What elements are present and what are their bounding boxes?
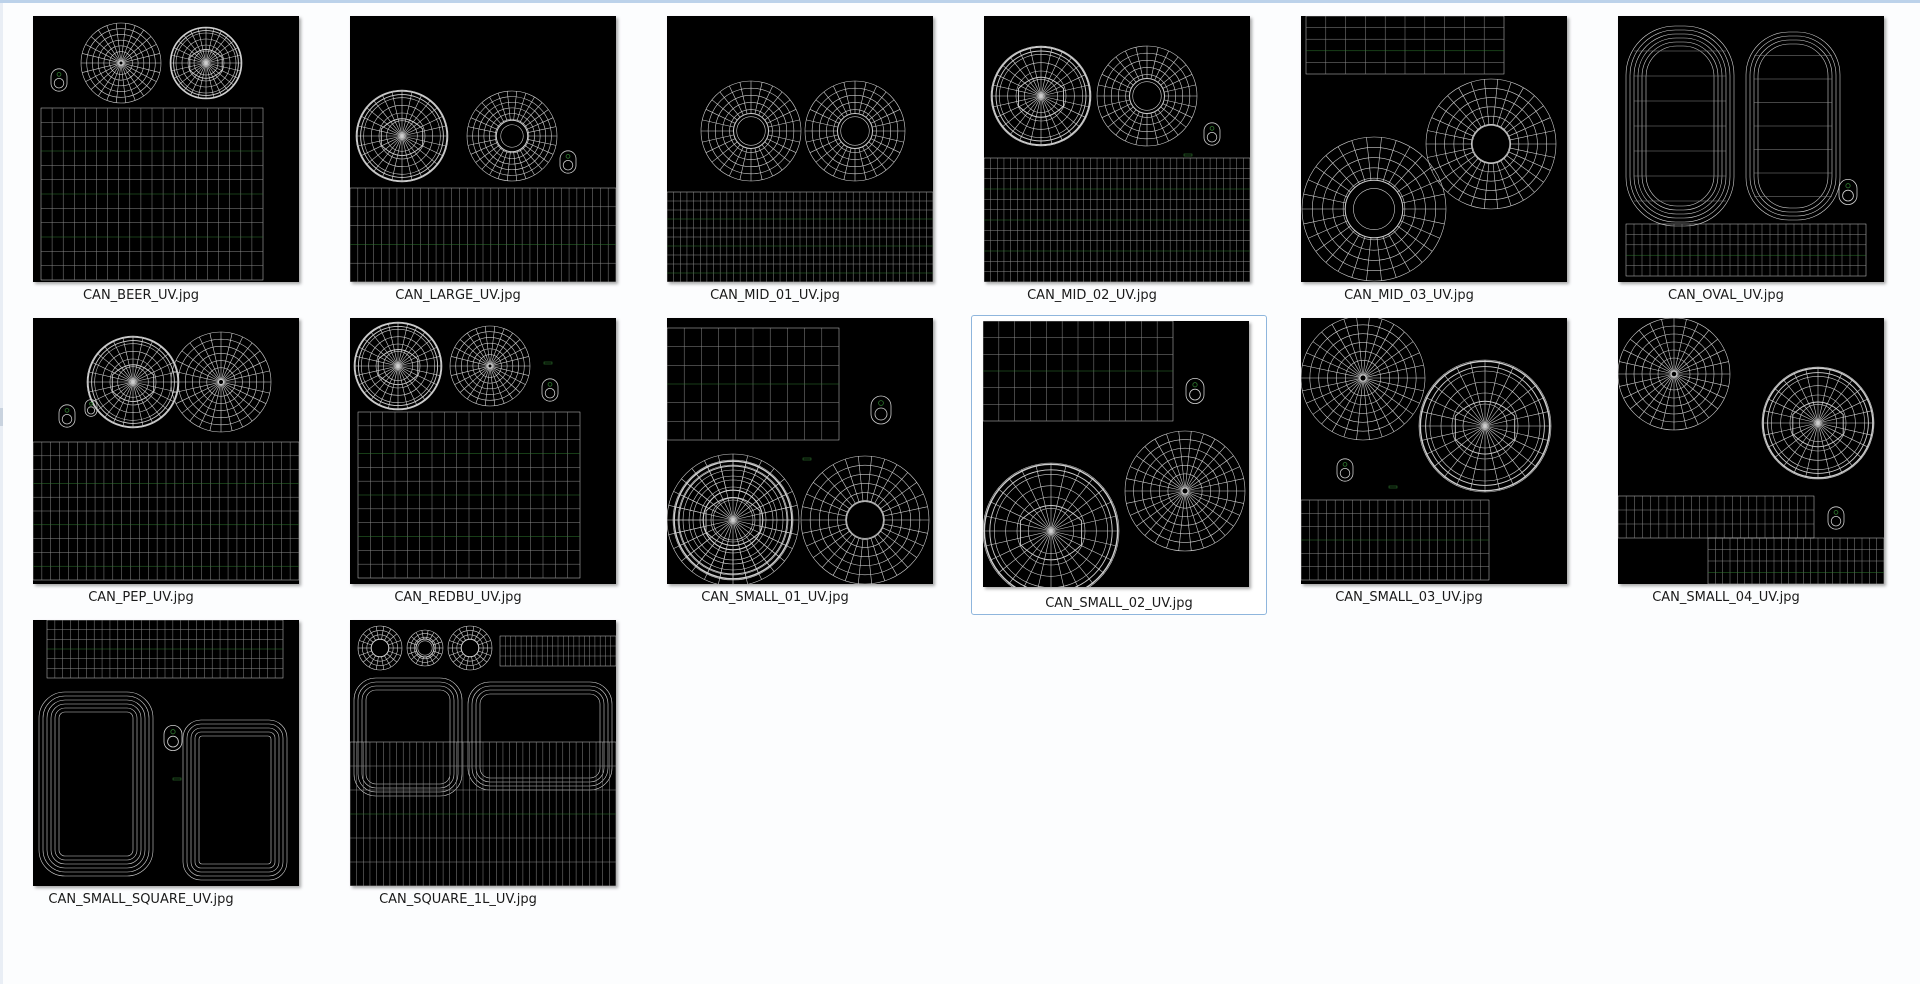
file-item[interactable]: CAN_SMALL_04_UV.jpg bbox=[1578, 305, 1884, 605]
uv-wireframe bbox=[984, 16, 1250, 282]
uv-wireframe bbox=[1618, 16, 1884, 282]
file-name: CAN_SMALL_02_UV.jpg bbox=[1045, 596, 1193, 611]
file-item[interactable]: CAN_MID_03_UV.jpg bbox=[1261, 3, 1567, 303]
file-item[interactable]: CAN_SMALL_01_UV.jpg bbox=[627, 305, 933, 605]
file-name: CAN_LARGE_UV.jpg bbox=[395, 288, 521, 303]
file-item[interactable]: CAN_OVAL_UV.jpg bbox=[1578, 3, 1884, 303]
file-name: CAN_SMALL_01_UV.jpg bbox=[701, 590, 849, 605]
thumbnail-image bbox=[33, 16, 299, 282]
thumbnail-image bbox=[350, 16, 616, 282]
file-item[interactable]: CAN_SMALL_SQUARE_UV.jpg bbox=[0, 607, 299, 907]
file-name: CAN_SQUARE_1L_UV.jpg bbox=[379, 892, 537, 907]
thumbnail-image bbox=[1301, 16, 1567, 282]
thumbnail-grid: CAN_BEER_UV.jpg CAN_LARGE_UV.jpg CAN_MID… bbox=[0, 3, 1920, 984]
uv-wireframe bbox=[667, 16, 933, 282]
thumbnail-image bbox=[1618, 16, 1884, 282]
uv-wireframe bbox=[1618, 318, 1884, 584]
file-item[interactable]: CAN_PEP_UV.jpg bbox=[0, 305, 299, 605]
file-name: CAN_REDBU_UV.jpg bbox=[394, 590, 522, 605]
file-name: CAN_OVAL_UV.jpg bbox=[1668, 288, 1784, 303]
thumbnail-image bbox=[350, 318, 616, 584]
file-item[interactable]: CAN_MID_01_UV.jpg bbox=[627, 3, 933, 303]
thumbnail-image bbox=[983, 321, 1249, 587]
file-item[interactable]: CAN_BEER_UV.jpg bbox=[0, 3, 299, 303]
thumbnail-image bbox=[984, 16, 1250, 282]
uv-wireframe bbox=[667, 318, 933, 584]
file-name: CAN_MID_01_UV.jpg bbox=[710, 288, 840, 303]
thumbnail-image bbox=[33, 620, 299, 886]
file-name: CAN_MID_02_UV.jpg bbox=[1027, 288, 1157, 303]
thumbnail-image bbox=[667, 16, 933, 282]
uv-wireframe bbox=[1301, 318, 1567, 584]
uv-wireframe bbox=[33, 318, 299, 584]
file-name: CAN_SMALL_03_UV.jpg bbox=[1335, 590, 1483, 605]
uv-wireframe bbox=[983, 321, 1249, 587]
thumbnail-image bbox=[667, 318, 933, 584]
file-item-selected[interactable]: CAN_SMALL_02_UV.jpg bbox=[971, 315, 1267, 615]
uv-wireframe bbox=[1301, 16, 1567, 282]
thumbnail-image bbox=[1301, 318, 1567, 584]
file-name: CAN_PEP_UV.jpg bbox=[88, 590, 194, 605]
uv-wireframe bbox=[33, 620, 299, 886]
file-item[interactable]: CAN_SQUARE_1L_UV.jpg bbox=[310, 607, 616, 907]
file-explorer-window: CAN_BEER_UV.jpg CAN_LARGE_UV.jpg CAN_MID… bbox=[0, 0, 1920, 984]
thumbnail-image bbox=[1618, 318, 1884, 584]
file-name: CAN_SMALL_04_UV.jpg bbox=[1652, 590, 1800, 605]
file-name: CAN_SMALL_SQUARE_UV.jpg bbox=[48, 892, 234, 907]
file-item[interactable]: CAN_SMALL_03_UV.jpg bbox=[1261, 305, 1567, 605]
file-item[interactable]: CAN_LARGE_UV.jpg bbox=[310, 3, 616, 303]
uv-wireframe bbox=[350, 620, 616, 886]
thumbnail-image bbox=[33, 318, 299, 584]
thumbnail-image bbox=[350, 620, 616, 886]
uv-wireframe bbox=[33, 16, 299, 282]
file-name: CAN_MID_03_UV.jpg bbox=[1344, 288, 1474, 303]
uv-wireframe bbox=[350, 318, 616, 584]
file-item[interactable]: CAN_MID_02_UV.jpg bbox=[944, 3, 1250, 303]
uv-wireframe bbox=[350, 16, 616, 282]
file-item[interactable]: CAN_REDBU_UV.jpg bbox=[310, 305, 616, 605]
file-name: CAN_BEER_UV.jpg bbox=[82, 288, 200, 303]
